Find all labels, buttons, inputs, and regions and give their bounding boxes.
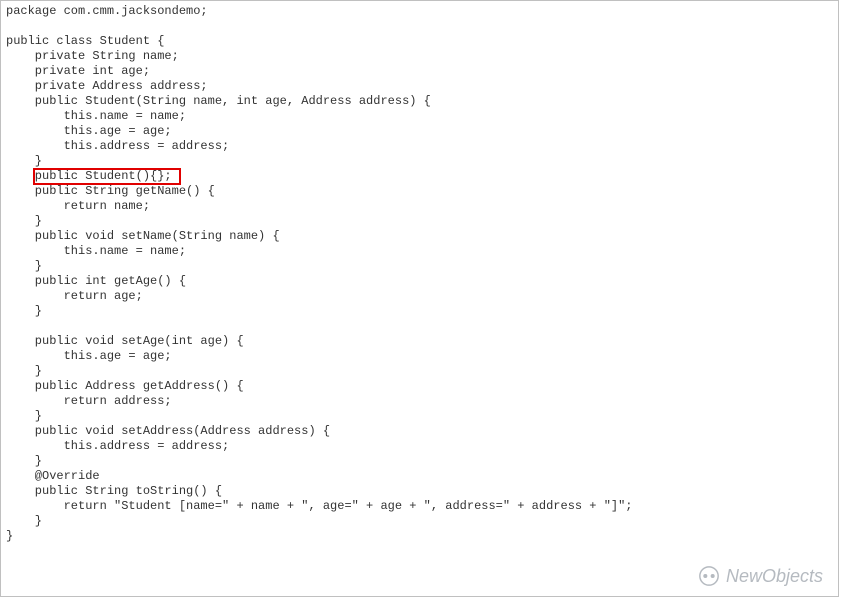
code-line: } [6,259,835,274]
code-line: return "Student [name=" + name + ", age=… [6,499,835,514]
code-line: } [6,454,835,469]
code-line: public String toString() { [6,484,835,499]
code-line: public void setName(String name) { [6,229,835,244]
code-line: } [6,514,835,529]
code-line: this.age = age; [6,124,835,139]
code-line: return address; [6,394,835,409]
code-area: package com.cmm.jacksondemo; public class… [2,2,837,595]
code-line: public class Student { [6,34,835,49]
code-line: public int getAge() { [6,274,835,289]
code-line: package com.cmm.jacksondemo; [6,4,835,19]
code-line: return age; [6,289,835,304]
code-line: private Address address; [6,79,835,94]
code-line: this.address = address; [6,139,835,154]
code-line: } [6,529,835,544]
code-line: public Student(){}; [6,169,835,184]
code-line: public void setAge(int age) { [6,334,835,349]
code-line: public Address getAddress() { [6,379,835,394]
code-line: private String name; [6,49,835,64]
code-line: this.address = address; [6,439,835,454]
code-line: } [6,304,835,319]
code-line [6,19,835,34]
code-line: } [6,214,835,229]
code-line: this.name = name; [6,244,835,259]
code-line: } [6,409,835,424]
code-line: public String getName() { [6,184,835,199]
code-line: public Student(String name, int age, Add… [6,94,835,109]
code-line: } [6,154,835,169]
code-line [6,319,835,334]
editor-frame: package com.cmm.jacksondemo; public class… [0,0,839,597]
code-line: @Override [6,469,835,484]
code-line: private int age; [6,64,835,79]
code-line: } [6,364,835,379]
code-line: return name; [6,199,835,214]
code-line: public void setAddress(Address address) … [6,424,835,439]
code-line: this.age = age; [6,349,835,364]
code-line: this.name = name; [6,109,835,124]
